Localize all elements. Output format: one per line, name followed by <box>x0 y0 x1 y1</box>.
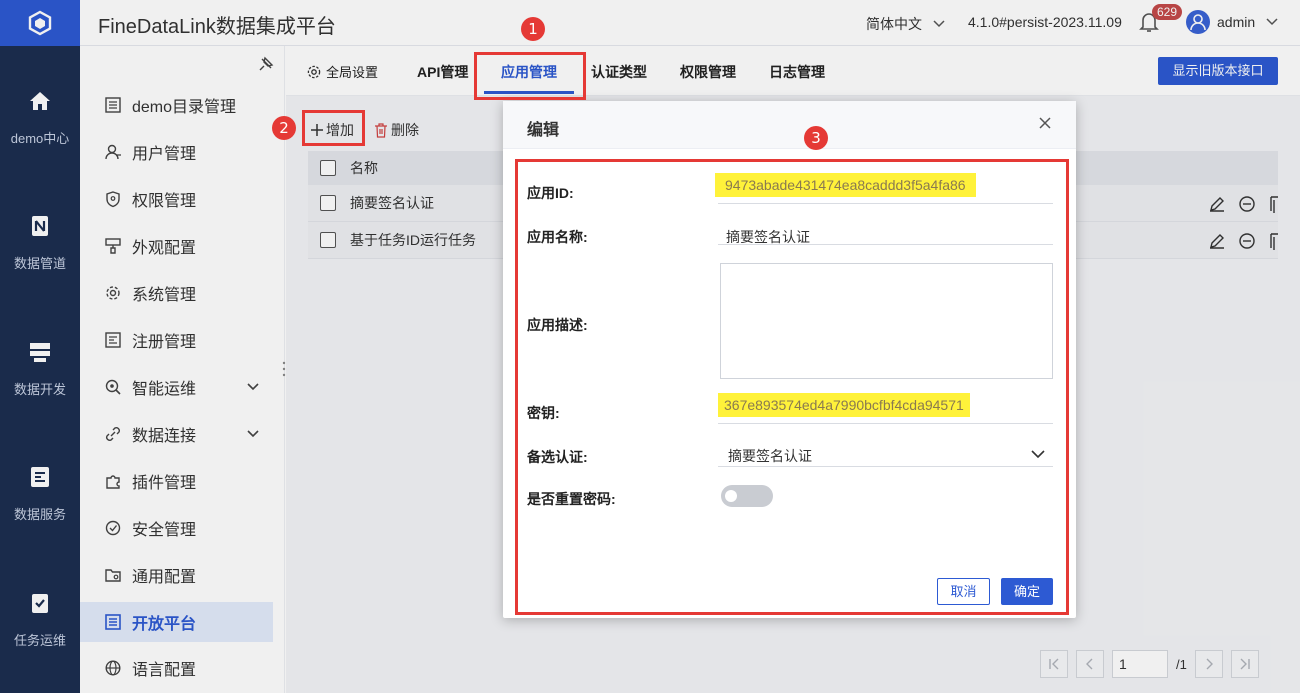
dialog-title: 编辑 <box>527 122 560 139</box>
annotation-number-1: 1 <box>521 17 545 41</box>
dialog-header: 编辑 <box>503 101 1076 149</box>
close-icon[interactable] <box>1038 116 1052 130</box>
annotation-number-2: 2 <box>272 116 296 140</box>
annotation-number-3: 3 <box>804 126 828 150</box>
annotation-box-add <box>302 110 365 146</box>
annotation-box-tab <box>474 52 586 100</box>
annotation-box-form <box>515 159 1069 615</box>
